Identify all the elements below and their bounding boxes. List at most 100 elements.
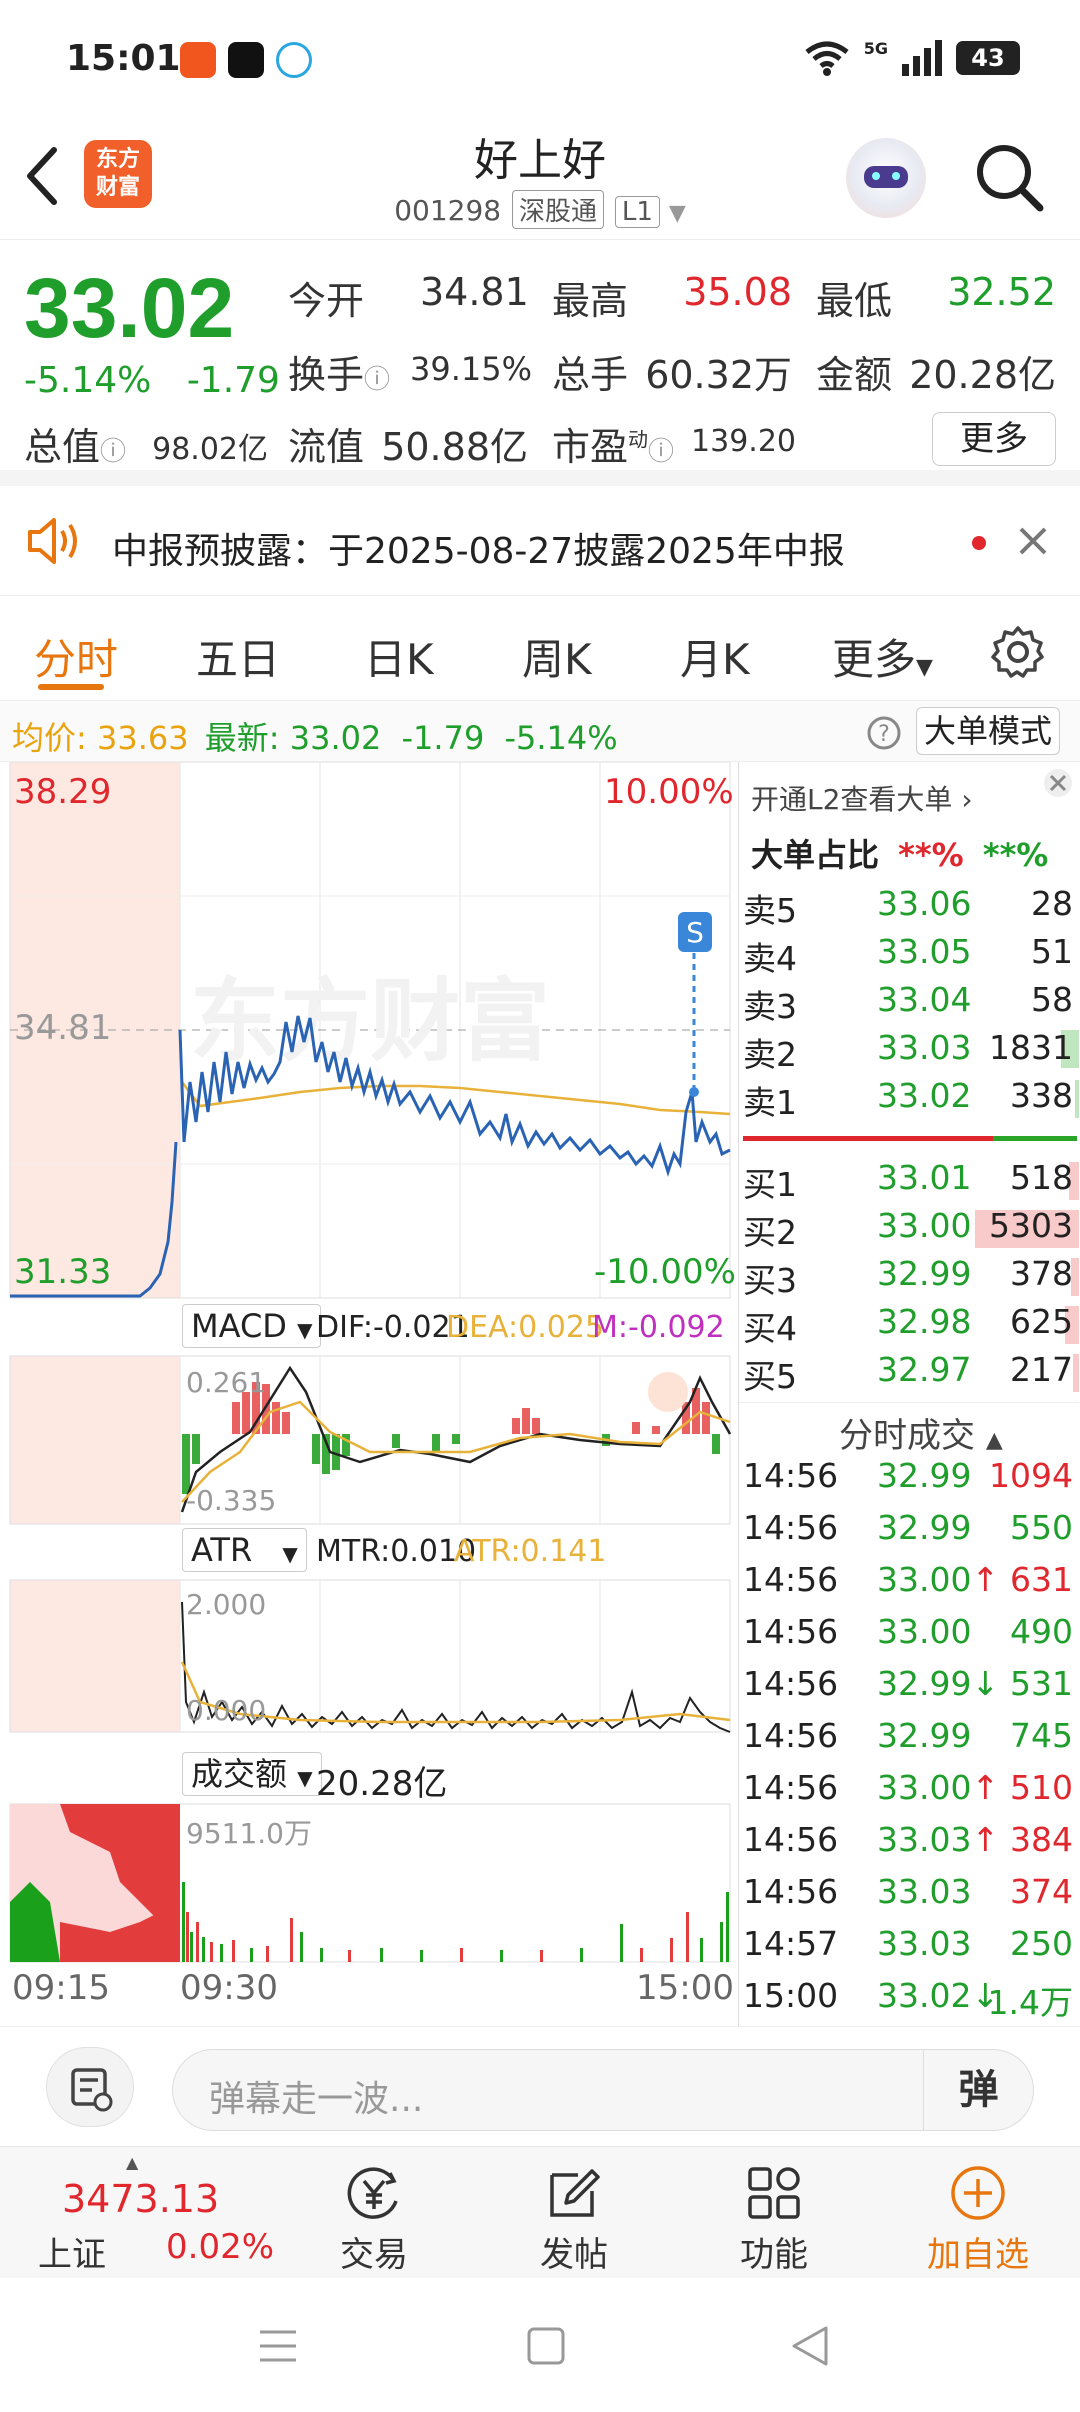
macd-indicator-select[interactable]: MACD ▼ xyxy=(182,1304,322,1348)
tab-weekly-k[interactable]: 周K xyxy=(522,626,592,687)
trades-label: 分时成交 xyxy=(839,1416,975,1456)
volume-indicator-select[interactable]: 成交额 ▼ xyxy=(182,1752,322,1796)
close-icon[interactable] xyxy=(1018,526,1048,556)
dropdown-icon: ▼ xyxy=(297,1318,313,1342)
comment-settings-icon[interactable] xyxy=(46,2047,134,2127)
index-name: 上证 xyxy=(38,2235,106,2275)
chart-tabs: 分时 五日 日K 周K 月K 更多▼ xyxy=(0,604,1080,694)
info-icon[interactable]: ⓘ xyxy=(100,437,126,467)
trade-price: 32.99 xyxy=(877,1716,972,1755)
ask-volume: 338 xyxy=(1010,1076,1073,1115)
big-order-label: 大单占比 xyxy=(751,836,880,874)
menu-icon[interactable] xyxy=(258,2328,298,2364)
bid-name: 买2 xyxy=(743,1213,797,1252)
intraday-chart[interactable]: 东方财富 S 38.29 34.81 31.33 10.00% -10.00% … xyxy=(0,761,736,2026)
notice-bar[interactable]: 中报预披露：于2025-08-27披露2025年中报 xyxy=(0,486,1080,596)
dropdown-icon[interactable]: ▼ xyxy=(669,201,686,226)
tab-more[interactable]: 更多▼ xyxy=(832,626,933,687)
search-icon[interactable] xyxy=(974,142,1046,214)
ask-price: 33.06 xyxy=(877,884,972,923)
barrage-input[interactable]: 弹幕走一波... 弹 xyxy=(172,2049,1034,2131)
index-value: 3473.13 xyxy=(62,2177,220,2221)
tiktok-icon xyxy=(228,42,264,78)
home-icon[interactable] xyxy=(526,2326,566,2366)
bid-price: 32.97 xyxy=(877,1350,972,1389)
bottom-nav: ▲ 3473.13 上证 0.02% 交易 发帖 功能 加自选 xyxy=(0,2146,1080,2278)
nav-trade[interactable]: 交易 xyxy=(274,2147,474,2279)
ask-volume: 51 xyxy=(1031,932,1073,971)
speaker-icon xyxy=(28,518,77,564)
sort-up-icon: ▲ xyxy=(985,1428,1003,1453)
trade-time: 14:56 xyxy=(743,1768,839,1807)
trade-volume: 1.4万 xyxy=(987,1983,1073,2022)
trades-header[interactable]: 分时成交 ▲ xyxy=(839,1408,1003,1457)
dropdown-icon: ▼ xyxy=(297,1766,313,1790)
nav-functions[interactable]: 功能 xyxy=(674,2147,874,2279)
bid-volume: 518 xyxy=(1010,1158,1073,1197)
info-icon[interactable]: ⓘ xyxy=(364,365,390,395)
nav-add-label: 加自选 xyxy=(927,2235,1029,2275)
barrage-toggle-button[interactable]: 弹 xyxy=(923,2050,1033,2130)
trade-row: 14:56 32.99 1094 xyxy=(739,1456,1079,1508)
volume-select-label: 成交额 xyxy=(191,1755,288,1793)
tab-intraday[interactable]: 分时 xyxy=(34,626,118,687)
trade-volume: 550 xyxy=(1010,1508,1073,1547)
ask-row: 卖3 33.04 58 xyxy=(739,980,1079,1028)
trade-time: 15:00 xyxy=(743,1976,839,2015)
amount-value: 20.28亿 xyxy=(909,353,1056,397)
latest-pct: -5.14% xyxy=(504,719,618,757)
tab-monthly-k[interactable]: 月K xyxy=(680,626,750,687)
bid-price: 33.01 xyxy=(877,1158,972,1197)
tab-five-day[interactable]: 五日 xyxy=(196,626,280,687)
time-axis-open: 09:30 xyxy=(180,1968,278,2008)
settings-gear-icon[interactable] xyxy=(990,624,1046,680)
ask-price: 33.02 xyxy=(877,1076,972,1115)
trade-price: 33.03 xyxy=(877,1872,972,1911)
total-cap-value: 98.02亿 xyxy=(152,432,268,467)
add-circle-icon xyxy=(951,2166,1005,2220)
trade-direction-arrow: ↓ xyxy=(971,1664,1000,1703)
trade-price-cell: 33.02↓ xyxy=(877,1976,999,2015)
ask-volume: 58 xyxy=(1031,980,1073,1019)
atr-indicator-select[interactable]: ATR ▼ xyxy=(182,1528,307,1572)
barrage-settings-icon xyxy=(71,2068,113,2112)
more-button[interactable]: 更多 xyxy=(932,412,1056,466)
trade-volume: 631 xyxy=(1010,1560,1073,1599)
tab-daily-k[interactable]: 日K xyxy=(364,626,434,687)
unread-dot xyxy=(972,536,986,550)
signal-icon xyxy=(902,40,942,76)
robot-avatar-icon[interactable] xyxy=(846,138,926,218)
y-axis-mid: 34.81 xyxy=(14,1008,112,1048)
trade-volume: 250 xyxy=(1010,1924,1073,1963)
change-amt: -1.79 xyxy=(186,360,280,401)
watermark: 东方财富 xyxy=(190,969,550,1074)
atr-value: ATR:0.141 xyxy=(454,1534,607,1569)
price-summary-line: 均价: 33.63 最新: 33.02 -1.79 -5.14% ? 大单模式 xyxy=(0,700,1080,762)
macd-axis-bottom: -0.335 xyxy=(186,1484,277,1517)
l2-upsell-link[interactable]: 开通L2查看大单 › xyxy=(751,778,973,818)
bid-volume: 217 xyxy=(1010,1350,1073,1389)
latest-change: -1.79 xyxy=(401,719,485,757)
status-bar: 15:01 5G 43 xyxy=(0,0,1080,120)
change-pct: -5.14% xyxy=(24,360,152,401)
big-order-mode-button[interactable]: 大单模式 xyxy=(916,707,1060,755)
back-triangle-icon[interactable] xyxy=(790,2324,830,2368)
bid-row: 买1 33.01 518 xyxy=(739,1158,1079,1206)
help-icon[interactable]: ? xyxy=(866,715,902,751)
close-icon[interactable] xyxy=(1043,768,1073,798)
ask-volume: 1831 xyxy=(989,1028,1073,1067)
y-axis-bottom: 31.33 xyxy=(14,1252,112,1292)
grid-functions-icon xyxy=(748,2167,800,2219)
macd-m: M:-0.092 xyxy=(592,1310,725,1345)
stock-code: 001298 xyxy=(394,194,502,227)
chart-canvas: 东方财富 S xyxy=(9,761,732,1963)
nav-add-watchlist[interactable]: 加自选 xyxy=(878,2147,1078,2279)
latest-label: 最新: xyxy=(204,719,280,757)
info-icon[interactable]: ⓘ xyxy=(648,437,674,467)
trade-row: 14:56 33.03 374 xyxy=(739,1872,1079,1924)
trade-time: 14:56 xyxy=(743,1508,839,1547)
turnover-label: 换手ⓘ xyxy=(288,344,390,399)
avg-value: 33.63 xyxy=(96,719,189,757)
index-ticker[interactable]: ▲ 3473.13 上证 0.02% xyxy=(0,2147,300,2279)
nav-post[interactable]: 发帖 xyxy=(474,2147,674,2279)
